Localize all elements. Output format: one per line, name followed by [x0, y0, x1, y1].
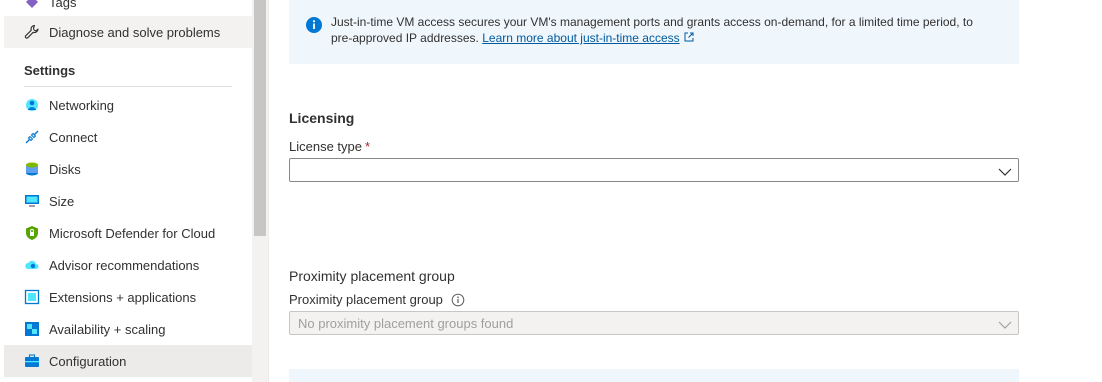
- jit-info-banner: Just-in-time VM access secures your VM's…: [289, 0, 1019, 64]
- advisor-cloud-icon: [24, 257, 40, 273]
- networking-icon: [24, 97, 40, 113]
- app-window: Tags Diagnose and solve problems Setting…: [0, 0, 1102, 382]
- license-type-label: License type *: [289, 139, 370, 154]
- jit-learn-more-link[interactable]: Learn more about just-in-time access: [482, 31, 679, 45]
- info-tooltip-icon[interactable]: [451, 293, 465, 307]
- section-divider: [24, 86, 232, 87]
- proximity-label-text: Proximity placement group: [289, 292, 443, 307]
- info-icon: [305, 16, 323, 34]
- configuration-icon: [24, 353, 40, 369]
- settings-section-title: Settings: [24, 63, 76, 78]
- sidebar-item-connect[interactable]: Connect: [4, 121, 252, 153]
- license-type-label-text: License type: [289, 139, 362, 154]
- licensing-heading: Licensing: [289, 110, 355, 126]
- proximity-placeholder: No proximity placement groups found: [298, 315, 514, 331]
- jit-info-text: Just-in-time VM access secures your VM's…: [331, 14, 995, 64]
- chevron-down-icon: [998, 318, 1012, 329]
- sidebar-item-configuration[interactable]: Configuration: [4, 345, 252, 377]
- wrench-icon: [24, 24, 40, 40]
- monitor-icon: [24, 193, 40, 209]
- extensions-icon: [24, 289, 40, 305]
- sidebar-scrollbar-thumb[interactable]: [254, 0, 266, 236]
- proximity-label: Proximity placement group: [289, 292, 465, 307]
- sidebar-item-extensions[interactable]: Extensions + applications: [4, 281, 252, 313]
- disk-icon: [24, 161, 40, 177]
- external-link-icon: [684, 30, 694, 42]
- panel-divider: [268, 0, 269, 382]
- plug-icon: [24, 129, 40, 145]
- sidebar-item-diagnose[interactable]: Diagnose and solve problems: [4, 16, 252, 48]
- sidebar-item-defender[interactable]: Microsoft Defender for Cloud: [4, 217, 252, 249]
- proximity-group-dropdown[interactable]: No proximity placement groups found: [289, 311, 1019, 335]
- sidebar-item-disks[interactable]: Disks: [4, 153, 252, 185]
- resource-menu: Tags Diagnose and solve problems Setting…: [0, 0, 252, 382]
- sidebar-item-size[interactable]: Size: [4, 185, 252, 217]
- chevron-down-icon: [998, 165, 1012, 176]
- next-info-banner: [289, 369, 1019, 382]
- tag-icon: [24, 0, 40, 10]
- sidebar-item-availability[interactable]: Availability + scaling: [4, 313, 252, 345]
- proximity-heading: Proximity placement group: [289, 268, 455, 284]
- sidebar-item-networking[interactable]: Networking: [4, 89, 252, 121]
- availability-icon: [24, 321, 40, 337]
- license-type-dropdown[interactable]: [289, 158, 1019, 182]
- required-marker: *: [365, 139, 371, 154]
- sidebar-item-advisor[interactable]: Advisor recommendations: [4, 249, 252, 281]
- shield-icon: [24, 225, 40, 241]
